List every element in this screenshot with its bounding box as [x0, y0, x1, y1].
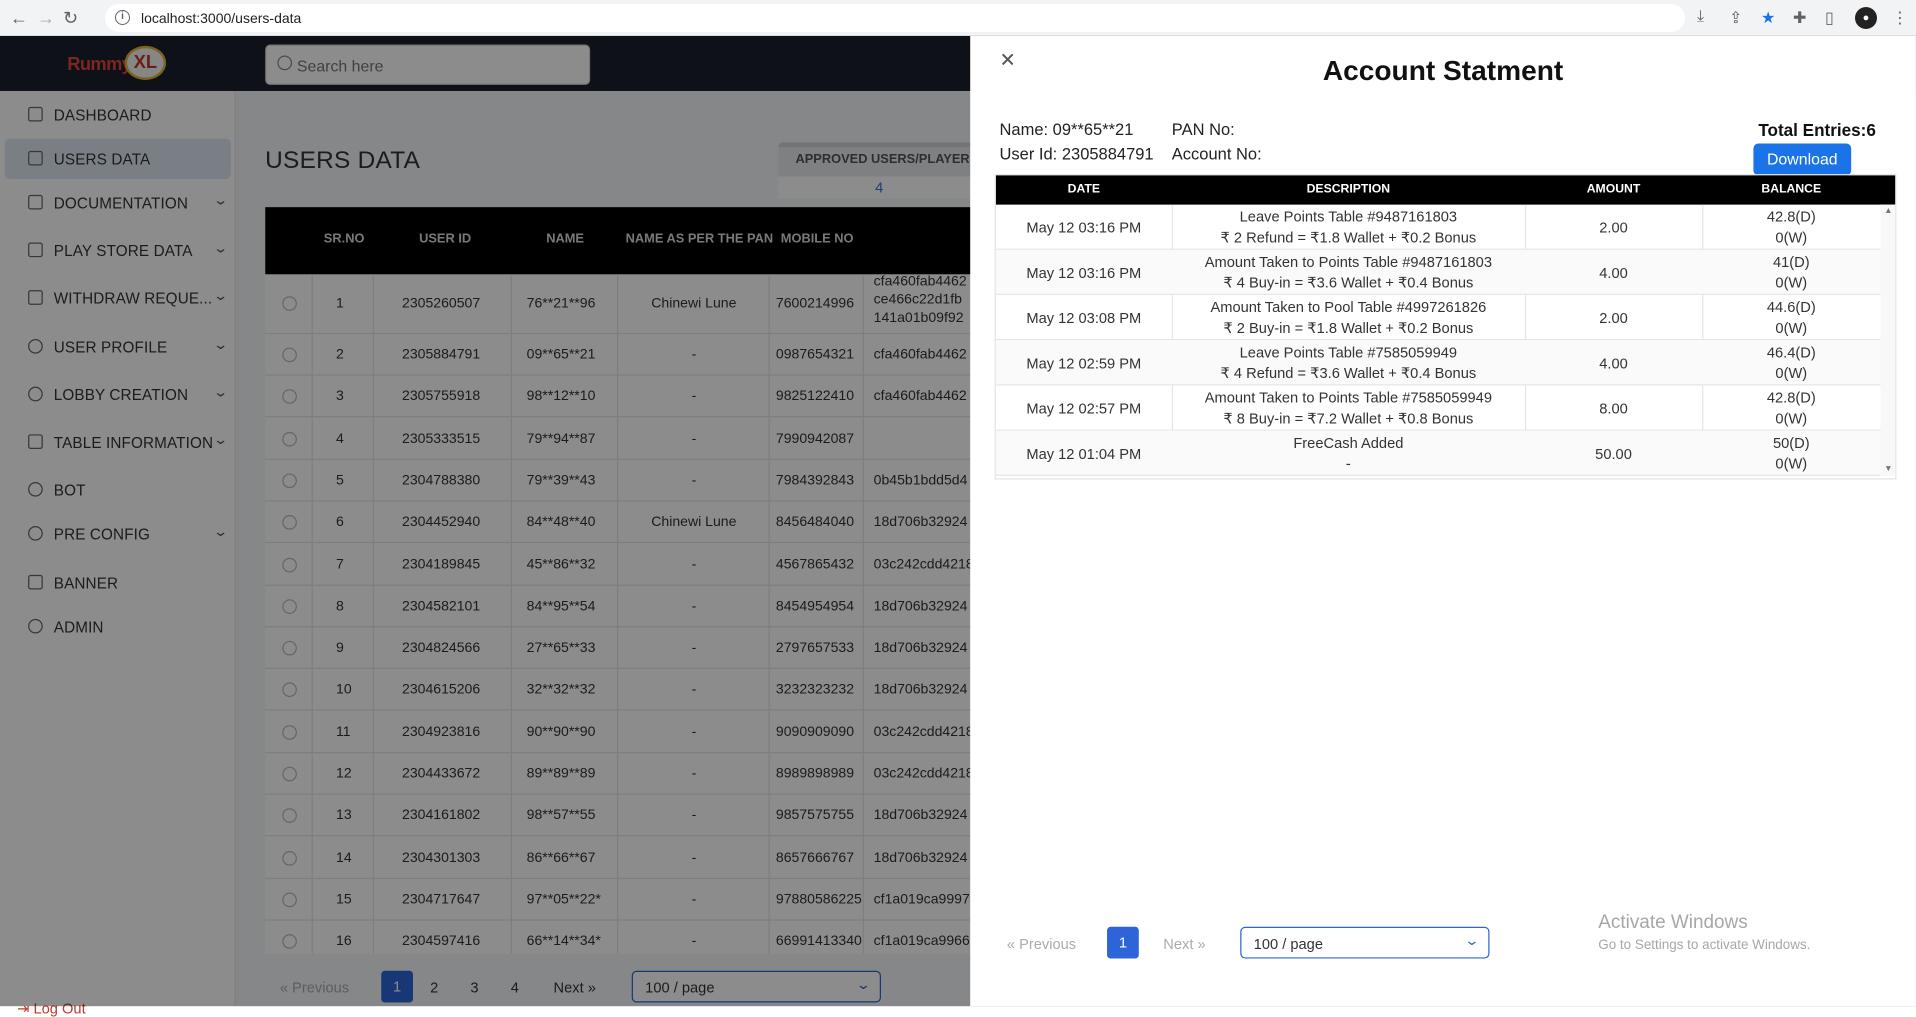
install-icon[interactable]: ⤓: [1697, 8, 1704, 26]
cell-amount: 2.00: [1599, 219, 1628, 237]
scroll-up-icon[interactable]: ▲: [1884, 207, 1892, 216]
site-info-icon[interactable]: i: [115, 10, 130, 25]
statement-row: May 12 01:04 PM FreeCash Added - 50.00 50(D)…: [995, 430, 1881, 476]
cell-description-title: Amount Taken to Points Table #9487161803: [1204, 253, 1492, 271]
cell-balance-deposit: 41(D): [1772, 253, 1810, 271]
per-page-value: 100 / page: [1253, 935, 1323, 953]
account-number: Account No:: [1171, 144, 1262, 164]
side-panel-icon[interactable]: ▯: [1825, 8, 1834, 28]
cell-amount: 2.00: [1599, 309, 1628, 327]
column-header-description: DESCRIPTION: [1306, 182, 1391, 197]
page-1-button[interactable]: 1: [1107, 926, 1139, 959]
cell-balance-deposit: 46.4(D): [1766, 343, 1816, 362]
scroll-down-icon[interactable]: ▼: [1884, 465, 1892, 474]
back-icon[interactable]: ←: [10, 9, 28, 27]
browser-toolbar: ← → ↻ i localhost:3000/users-data ⤓ ⇪ ★ …: [0, 0, 1916, 36]
cell-date: May 12 02:59 PM: [1026, 354, 1142, 373]
cell-balance-deposit: 50(D): [1772, 434, 1810, 452]
statement-table: DATE DESCRIPTION AMOUNT BALANCE May 12 0…: [994, 174, 1897, 480]
cell-balance-deposit: 44.6(D): [1766, 298, 1816, 316]
cell-date: May 12 02:57 PM: [1026, 400, 1142, 418]
statement-scrollbar[interactable]: ▲ ▼: [1880, 204, 1896, 476]
statement-row: May 12 02:59 PM Leave Points Table #75850…: [995, 340, 1881, 386]
cell-description-detail: -: [1345, 455, 1351, 473]
cell-amount: 4.00: [1599, 354, 1628, 373]
cell-description-title: Amount Taken to Points Table #7585059949: [1204, 389, 1492, 407]
cell-description-detail: ₹ 2 Buy-in = ₹1.8 Wallet + ₹0.2 Bonus: [1223, 319, 1474, 337]
next-label: Next: [1163, 935, 1194, 953]
cell-amount: 50.00: [1595, 445, 1632, 463]
user-name: Name: 09**65**21: [999, 120, 1134, 139]
cell-date: May 12 03:08 PM: [1026, 309, 1142, 327]
column-header-balance: BALANCE: [1761, 182, 1822, 197]
column-header-amount: AMOUNT: [1586, 182, 1641, 197]
total-entries: Total Entries:6: [1758, 120, 1876, 140]
cell-date: May 12 03:16 PM: [1026, 264, 1142, 282]
cell-balance-wallet: 0(W): [1775, 274, 1808, 292]
previous-label: Previous: [1019, 935, 1077, 953]
cell-amount: 4.00: [1599, 264, 1628, 282]
windows-activation-watermark: Activate Windows Go to Settings to activ…: [1598, 912, 1810, 952]
cell-description-title: Leave Points Table #9487161803: [1239, 208, 1458, 226]
drawer-title: Account Statment: [1322, 54, 1564, 87]
user-id: User Id: 2305884791: [999, 144, 1154, 164]
forward-icon[interactable]: →: [37, 9, 55, 27]
statement-row: May 12 02:57 PM Amount Taken to Points Ta…: [995, 385, 1881, 431]
reload-icon[interactable]: ↻: [63, 9, 78, 27]
cell-date: May 12 01:04 PM: [1026, 445, 1142, 463]
cell-balance-wallet: 0(W): [1775, 455, 1808, 473]
cell-balance-wallet: 0(W): [1775, 319, 1808, 337]
menu-kebab-icon[interactable]: ⋮: [1892, 8, 1908, 28]
cell-balance-deposit: 42.8(D): [1766, 389, 1816, 407]
pan-number: PAN No:: [1171, 120, 1235, 139]
statement-row: May 12 03:16 PM Amount Taken to Points Ta…: [995, 249, 1881, 296]
per-page-select[interactable]: 100 / page ⌄: [1240, 926, 1490, 959]
next-button[interactable]: Next »: [1163, 935, 1205, 952]
extensions-icon[interactable]: ✚: [1793, 8, 1806, 28]
cell-description-detail: ₹ 8 Buy-in = ₹7.2 Wallet + ₹0.8 Bonus: [1223, 409, 1474, 428]
cell-balance-wallet: 0(W): [1775, 229, 1808, 247]
statement-pagination: « Previous 1 Next » 100 / page ⌄: [1007, 926, 1618, 961]
cell-balance-wallet: 0(W): [1775, 409, 1808, 428]
statement-header: DATE DESCRIPTION AMOUNT BALANCE: [995, 175, 1896, 205]
cell-date: May 12 03:16 PM: [1026, 219, 1142, 237]
account-statement-drawer: ✕ Account Statment Name: 09**65**21 User…: [970, 36, 1916, 1007]
cell-description-detail: ₹ 2 Refund = ₹1.8 Wallet + ₹0.2 Bonus: [1220, 229, 1477, 247]
url-text[interactable]: localhost:3000/users-data: [141, 10, 301, 26]
previous-button[interactable]: « Previous: [1007, 935, 1076, 952]
address-bar[interactable]: i localhost:3000/users-data: [105, 4, 1685, 32]
bookmark-star-icon[interactable]: ★: [1761, 8, 1775, 28]
cell-description-detail: ₹ 4 Refund = ₹3.6 Wallet + ₹0.4 Bonus: [1220, 364, 1477, 382]
statement-row: May 12 03:16 PM Leave Points Table #94871…: [995, 205, 1881, 250]
statement-row: May 12 03:08 PM Amount Taken to Pool Tabl…: [995, 295, 1881, 341]
profile-avatar[interactable]: ●: [1855, 7, 1877, 29]
share-icon[interactable]: ⇪: [1729, 8, 1742, 28]
cell-description-title: Leave Points Table #7585059949: [1239, 343, 1458, 362]
watermark-line-1: Activate Windows: [1598, 912, 1748, 933]
cell-balance-deposit: 42.8(D): [1766, 208, 1816, 226]
cell-amount: 8.00: [1599, 400, 1628, 418]
cell-description-title: Amount Taken to Pool Table #4997261826: [1210, 298, 1487, 316]
chevron-down-icon: ⌄: [1463, 934, 1480, 949]
cell-description-title: FreeCash Added: [1293, 434, 1404, 452]
download-button[interactable]: Download: [1753, 143, 1852, 176]
watermark-line-2: Go to Settings to activate Windows.: [1598, 937, 1811, 953]
column-header-date: DATE: [1067, 182, 1100, 197]
cell-description-detail: ₹ 4 Buy-in = ₹3.6 Wallet + ₹0.4 Bonus: [1223, 274, 1474, 292]
cell-balance-wallet: 0(W): [1775, 364, 1808, 382]
